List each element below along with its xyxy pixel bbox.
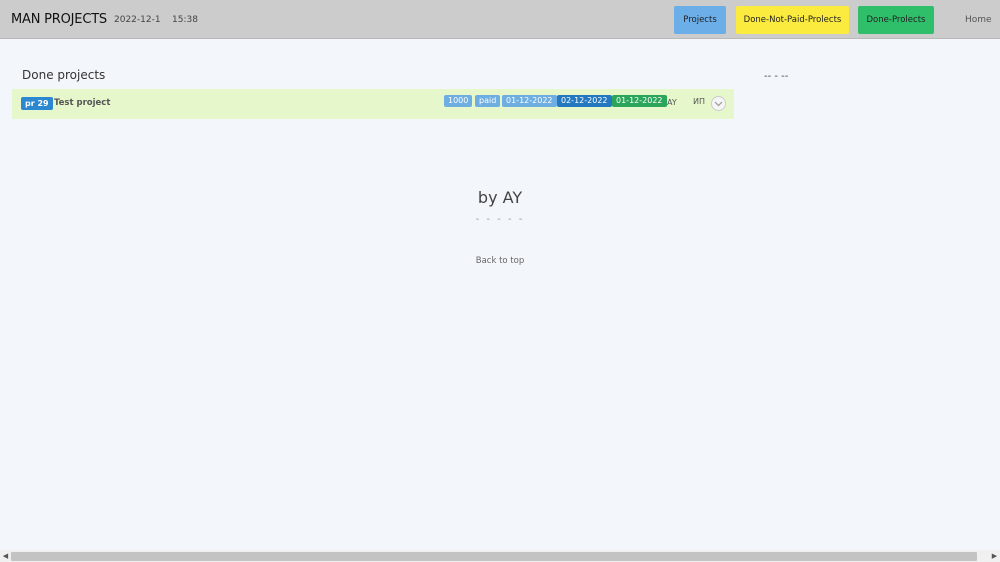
project-org: ИП [693, 97, 705, 106]
back-to-top-link[interactable]: Back to top [0, 256, 1000, 266]
expand-toggle[interactable] [711, 96, 726, 111]
side-placeholder: -- - -- [764, 71, 789, 82]
horizontal-scrollbar[interactable]: ◀ ▶ [0, 550, 1000, 562]
deadline-date-badge: 02-12-2022 [557, 95, 612, 107]
scroll-left-icon[interactable]: ◀ [0, 550, 11, 562]
start-date-badge: 01-12-2022 [502, 95, 557, 107]
chevron-down-icon [714, 101, 723, 106]
project-author: AY [667, 98, 677, 107]
project-name[interactable]: Test project [54, 98, 110, 108]
brand-title[interactable]: MAN PROJECTS [11, 12, 107, 27]
footer-divider: - - - - - [475, 214, 525, 225]
current-time: 15:38 [172, 15, 198, 25]
done-not-paid-projects-button[interactable]: Done-Not-Paid-Prolects [736, 6, 849, 34]
top-navbar: MAN PROJECTS 2022-12-1 15:38 Projects Do… [0, 0, 1000, 39]
scrollbar-thumb[interactable] [11, 552, 977, 561]
projects-button[interactable]: Projects [674, 6, 726, 34]
section-title: Done projects [22, 68, 106, 82]
scroll-right-icon[interactable]: ▶ [989, 550, 1000, 562]
home-link[interactable]: Home [965, 15, 992, 25]
done-date-badge: 01-12-2022 [612, 95, 667, 107]
payment-status-badge: paid [475, 95, 501, 107]
done-projects-button[interactable]: Done-Prolects [858, 6, 934, 34]
footer-title: by AY [477, 188, 523, 207]
amount-badge: 1000 [444, 95, 473, 107]
project-row[interactable]: pr 29 Test project 1000 paid 01-12-2022 … [12, 89, 734, 119]
current-date: 2022-12-1 [114, 15, 161, 25]
project-id-badge: pr 29 [21, 97, 53, 110]
